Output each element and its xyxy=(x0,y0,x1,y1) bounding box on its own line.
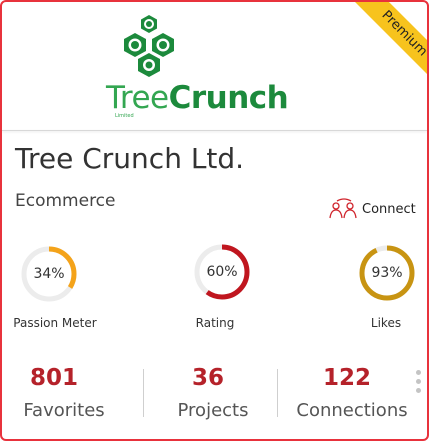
premium-ribbon-label: Premium xyxy=(349,2,427,89)
projects-label: Projects xyxy=(177,400,249,421)
connections-count: 122 xyxy=(322,365,371,391)
rating-value: 60% xyxy=(206,264,238,280)
stats-divider xyxy=(143,369,144,417)
company-name: Tree Crunch Ltd. xyxy=(15,142,245,175)
company-category: Ecommerce xyxy=(15,191,116,211)
rating-label: Rating xyxy=(195,316,235,330)
likes-value: 93% xyxy=(371,265,403,281)
passion-meter-value: 34% xyxy=(33,266,65,282)
connect-button[interactable]: Connect xyxy=(328,198,416,220)
passion-meter-label: Passion Meter xyxy=(13,316,97,330)
logo-subtitle: Limited xyxy=(115,113,134,119)
more-options-icon[interactable] xyxy=(416,370,424,397)
projects-count: 36 xyxy=(191,365,224,391)
logo-wordmark: TreeCrunch xyxy=(106,80,289,116)
favorites-label: Favorites xyxy=(23,400,105,421)
likes-label: Likes xyxy=(370,316,402,330)
connections-label: Connections xyxy=(296,400,408,421)
tree-logo-icon xyxy=(124,15,174,77)
likes-gauge: 93% xyxy=(357,243,417,303)
premium-ribbon: Premium xyxy=(337,2,427,92)
header-divider xyxy=(2,130,427,131)
company-card: TreeCrunch Limited Premium Tree Crunch L… xyxy=(0,0,429,441)
connect-label: Connect xyxy=(362,201,416,217)
passion-meter-gauge: 34% xyxy=(19,244,79,304)
rating-gauge: 60% xyxy=(192,242,252,302)
favorites-count: 801 xyxy=(29,365,78,391)
connect-people-icon xyxy=(329,198,357,219)
logo-word-crunch: Crunch xyxy=(168,80,289,116)
stats-divider xyxy=(277,369,278,417)
logo-word-tree: Tree xyxy=(106,80,169,116)
